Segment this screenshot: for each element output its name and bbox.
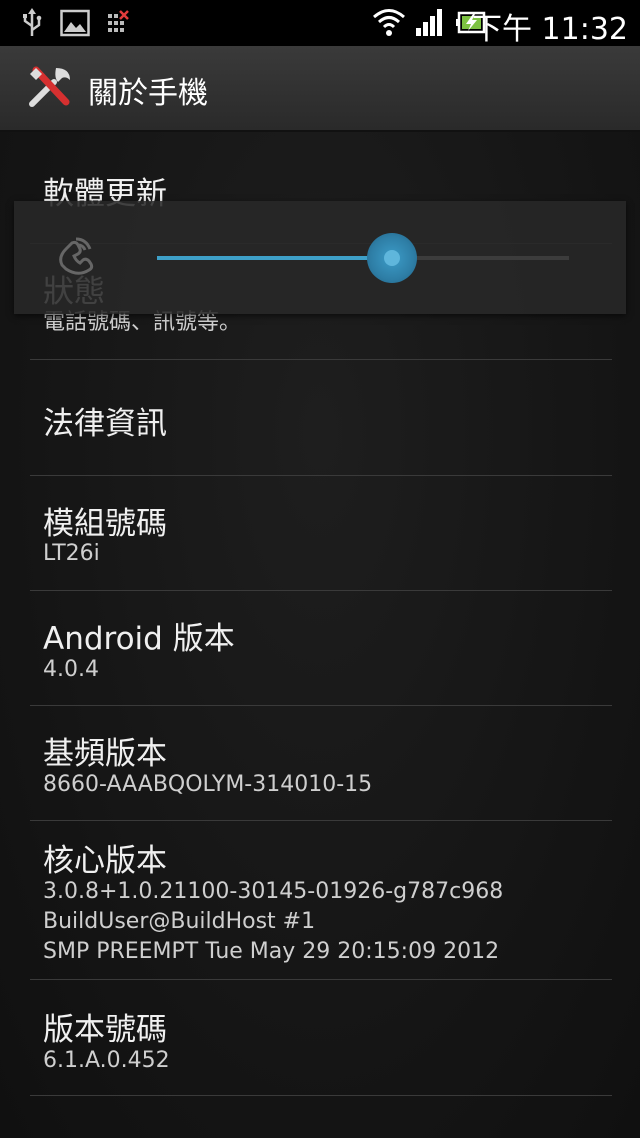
volume-slider-thumb[interactable] [366, 233, 417, 283]
item-summary-line: SMP PREEMPT Tue May 29 20:15:09 2012 [43, 939, 500, 964]
list-item-model-number: 模組號碼 LT26i [0, 476, 640, 591]
list-item-baseband-version: 基頻版本 8660-AAABQOLYM-314010-15 [0, 706, 640, 821]
item-summary: 4.0.4 [43, 657, 99, 682]
ringtone-volume-icon [56, 235, 96, 283]
item-summary: 6.1.A.0.452 [43, 1048, 170, 1073]
status-time: 下午 11:32 [472, 12, 628, 47]
item-label: 基頻版本 [43, 736, 167, 772]
item-label: 法律資訊 [43, 406, 167, 442]
list-item-android-version[interactable]: Android 版本 4.0.4 [0, 591, 640, 706]
list-item-kernel-version: 核心版本 3.0.8+1.0.21100-30145-01926-g787c96… [0, 821, 640, 979]
status-bar: 下午 11:32 [0, 0, 640, 47]
wifi-icon [372, 6, 406, 42]
list-item-legal-info[interactable]: 法律資訊 [0, 360, 640, 476]
item-summary: 8660-AAABQOLYM-314010-15 [43, 772, 373, 797]
image-icon [60, 8, 90, 42]
volume-slider-thumb-dot [383, 250, 400, 266]
action-bar: 關於手機 [0, 46, 640, 132]
tools-icon[interactable] [26, 64, 74, 116]
signal-x-icon [106, 8, 130, 42]
item-label: 版本號碼 [43, 1012, 167, 1048]
cell-signal-icon [414, 6, 446, 42]
volume-slider[interactable] [157, 233, 569, 283]
item-summary-line: 3.0.8+1.0.21100-30145-01926-g787c968 [43, 879, 504, 904]
item-summary-line: BuildUser@BuildHost #1 [43, 909, 316, 934]
item-summary: LT26i [43, 541, 100, 566]
usb-icon [20, 8, 44, 42]
divider [30, 1095, 612, 1096]
list-item-build-number[interactable]: 版本號碼 6.1.A.0.452 [0, 980, 640, 1095]
item-label: Android 版本 [43, 621, 235, 657]
item-label: 核心版本 [43, 843, 167, 879]
volume-slider-fill [157, 256, 392, 260]
volume-panel [14, 201, 626, 314]
item-label: 模組號碼 [43, 506, 167, 542]
page-title: 關於手機 [88, 76, 208, 111]
